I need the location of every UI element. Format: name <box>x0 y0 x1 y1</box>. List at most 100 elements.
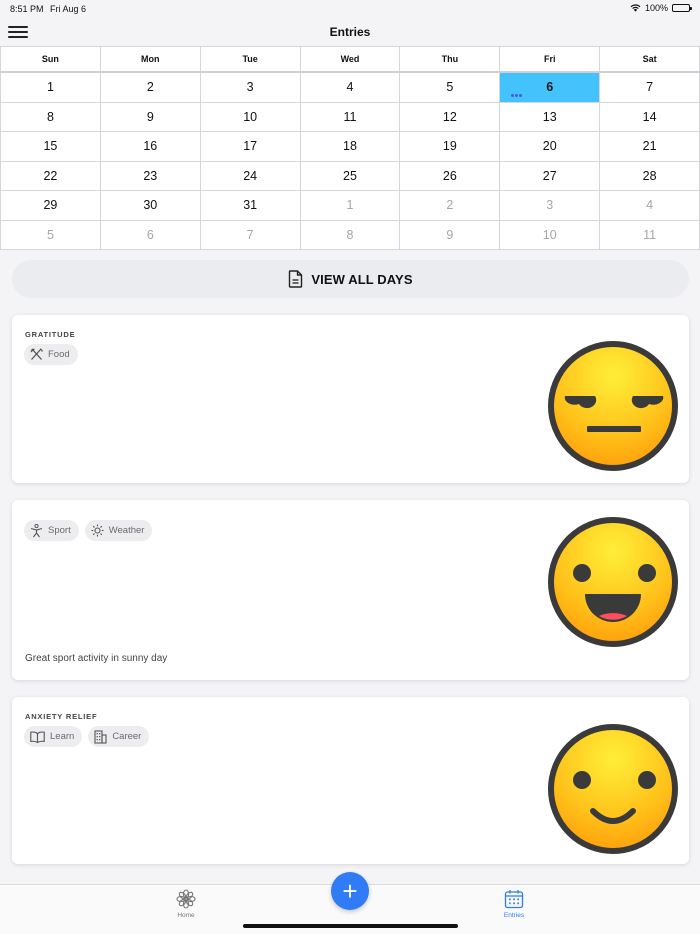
calendar-day[interactable]: 8 <box>301 220 401 249</box>
calendar-day-number: 24 <box>243 168 258 183</box>
calendar-day[interactable]: 4 <box>600 191 700 220</box>
calendar-day[interactable]: 6 <box>101 220 201 249</box>
entry-card[interactable]: GRATITUDE Food <box>12 315 689 483</box>
calendar-day-number: 17 <box>243 139 258 154</box>
calendar-week-row: 22 23 24 25 26 27 28 <box>0 161 700 191</box>
calendar-day[interactable]: 3 <box>500 191 601 220</box>
calendar-day[interactable]: 10 <box>201 102 301 131</box>
calendar-day-number: 5 <box>46 227 54 242</box>
calendar-day-number: 18 <box>343 139 357 154</box>
page-title: Entries <box>329 25 371 39</box>
weekday-label: Tue <box>201 47 301 71</box>
calendar-day-selected[interactable]: 6 <box>500 73 601 102</box>
calendar-day-number: 16 <box>143 139 158 154</box>
add-entry-button[interactable]: + <box>331 872 369 910</box>
calendar-day-number: 27 <box>542 168 557 183</box>
tab-label: Entries <box>503 912 525 919</box>
view-all-days-button[interactable]: VIEW ALL DAYS <box>12 260 689 298</box>
status-date: Fri Aug 6 <box>50 4 87 14</box>
entry-indicator-dots <box>511 93 523 97</box>
calendar-day[interactable]: 24 <box>201 161 301 190</box>
calendar-day-number: 23 <box>143 168 158 183</box>
calendar-day[interactable]: 20 <box>500 132 601 161</box>
calendar-day[interactable]: 4 <box>301 73 401 102</box>
view-all-days-label: VIEW ALL DAYS <box>311 271 413 287</box>
calendar-day[interactable]: 7 <box>600 73 700 102</box>
calendar-day[interactable]: 28 <box>600 161 700 190</box>
tag-sport[interactable]: Sport <box>24 520 79 541</box>
calendar-day[interactable]: 7 <box>201 220 301 249</box>
calendar-day-number: 14 <box>642 109 657 124</box>
calendar-day-number: 2 <box>446 198 454 213</box>
calendar-day[interactable]: 29 <box>0 191 101 220</box>
calendar-day-number: 6 <box>146 227 154 242</box>
calendar-day-number: 3 <box>546 198 554 213</box>
weekday-label: Mon <box>101 47 201 71</box>
calendar-grid: 1 2 3 4 5 6 7 8 9 10 11 12 13 14 15 16 17 18 19 20 21 22 23 24 2… <box>0 73 700 250</box>
calendar-day-number: 25 <box>343 168 357 183</box>
calendar-day[interactable]: 12 <box>400 102 501 131</box>
athlete-icon <box>30 523 43 537</box>
battery-icon <box>672 4 692 12</box>
calendar-day[interactable]: 17 <box>201 132 301 161</box>
weekday-label: Thu <box>400 47 501 71</box>
calendar-day[interactable]: 23 <box>101 161 201 190</box>
entry-card[interactable]: Sport Weather Great sport activity in su… <box>12 500 689 680</box>
book-icon <box>30 730 45 743</box>
tab-home[interactable]: Home <box>156 889 216 919</box>
calendar-day[interactable]: 3 <box>201 73 301 102</box>
calendar-day[interactable]: 10 <box>500 220 601 249</box>
calendar-day[interactable]: 8 <box>0 102 101 131</box>
calendar-day[interactable]: 18 <box>301 132 401 161</box>
calendar-day[interactable]: 31 <box>201 191 301 220</box>
calendar-day[interactable]: 9 <box>101 102 201 131</box>
calendar-day[interactable]: 2 <box>400 191 501 220</box>
calendar-day[interactable]: 30 <box>101 191 201 220</box>
calendar-day-number: 5 <box>446 80 454 95</box>
calendar-day[interactable]: 11 <box>301 102 401 131</box>
calendar-day[interactable]: 15 <box>0 132 101 161</box>
calendar-day-number: 4 <box>646 198 654 213</box>
tag-label: Learn <box>50 731 75 742</box>
calendar-day-number: 9 <box>446 227 454 242</box>
weekday-label: Sun <box>0 47 101 71</box>
tag-food[interactable]: Food <box>24 344 78 365</box>
calendar-day-number: 26 <box>442 168 457 183</box>
calendar-day[interactable]: 21 <box>600 132 700 161</box>
tag-weather[interactable]: Weather <box>84 520 153 541</box>
calendar-day[interactable]: 22 <box>0 161 101 190</box>
calendar-week-row: 1 2 3 4 5 6 7 <box>0 73 700 103</box>
calendar-day[interactable]: 16 <box>101 132 201 161</box>
building-icon <box>94 729 107 744</box>
calendar-day[interactable]: 1 <box>0 73 101 102</box>
calendar-day[interactable]: 25 <box>301 161 401 190</box>
tag-label: Career <box>112 731 142 742</box>
calendar-day[interactable]: 19 <box>400 132 501 161</box>
calendar-day[interactable]: 14 <box>600 102 700 131</box>
calendar-day[interactable]: 5 <box>400 73 501 102</box>
flower-icon <box>176 889 196 909</box>
calendar-day[interactable]: 11 <box>600 220 700 249</box>
calendar-day-number: 10 <box>243 109 258 124</box>
entry-card[interactable]: ANXIETY RELIEF Learn Career <box>12 697 689 864</box>
calendar-day[interactable]: 1 <box>301 191 401 220</box>
calendar-day-number: 4 <box>346 80 354 95</box>
calendar-day[interactable]: 26 <box>400 161 501 190</box>
calendar-day[interactable]: 13 <box>500 102 601 131</box>
calendar-week-row: 5 6 7 8 9 10 11 <box>0 220 700 250</box>
calendar-day-number: 1 <box>346 198 354 213</box>
calendar-day-number: 10 <box>542 227 557 242</box>
calendar-day[interactable]: 27 <box>500 161 601 190</box>
calendar-day-number: 11 <box>343 109 357 124</box>
tag-career[interactable]: Career <box>88 726 150 747</box>
calendar-day-number: 30 <box>143 198 158 213</box>
entry-tags: Food <box>24 344 78 365</box>
calendar-day[interactable]: 2 <box>101 73 201 102</box>
calendar-day-number: 21 <box>642 139 657 154</box>
calendar-day-number: 13 <box>542 109 557 124</box>
tag-learn[interactable]: Learn <box>24 726 83 747</box>
tab-entries[interactable]: Entries <box>484 889 544 919</box>
calendar-day[interactable]: 9 <box>400 220 501 249</box>
calendar-day[interactable]: 5 <box>0 220 101 249</box>
calendar-day-number: 7 <box>246 227 254 242</box>
